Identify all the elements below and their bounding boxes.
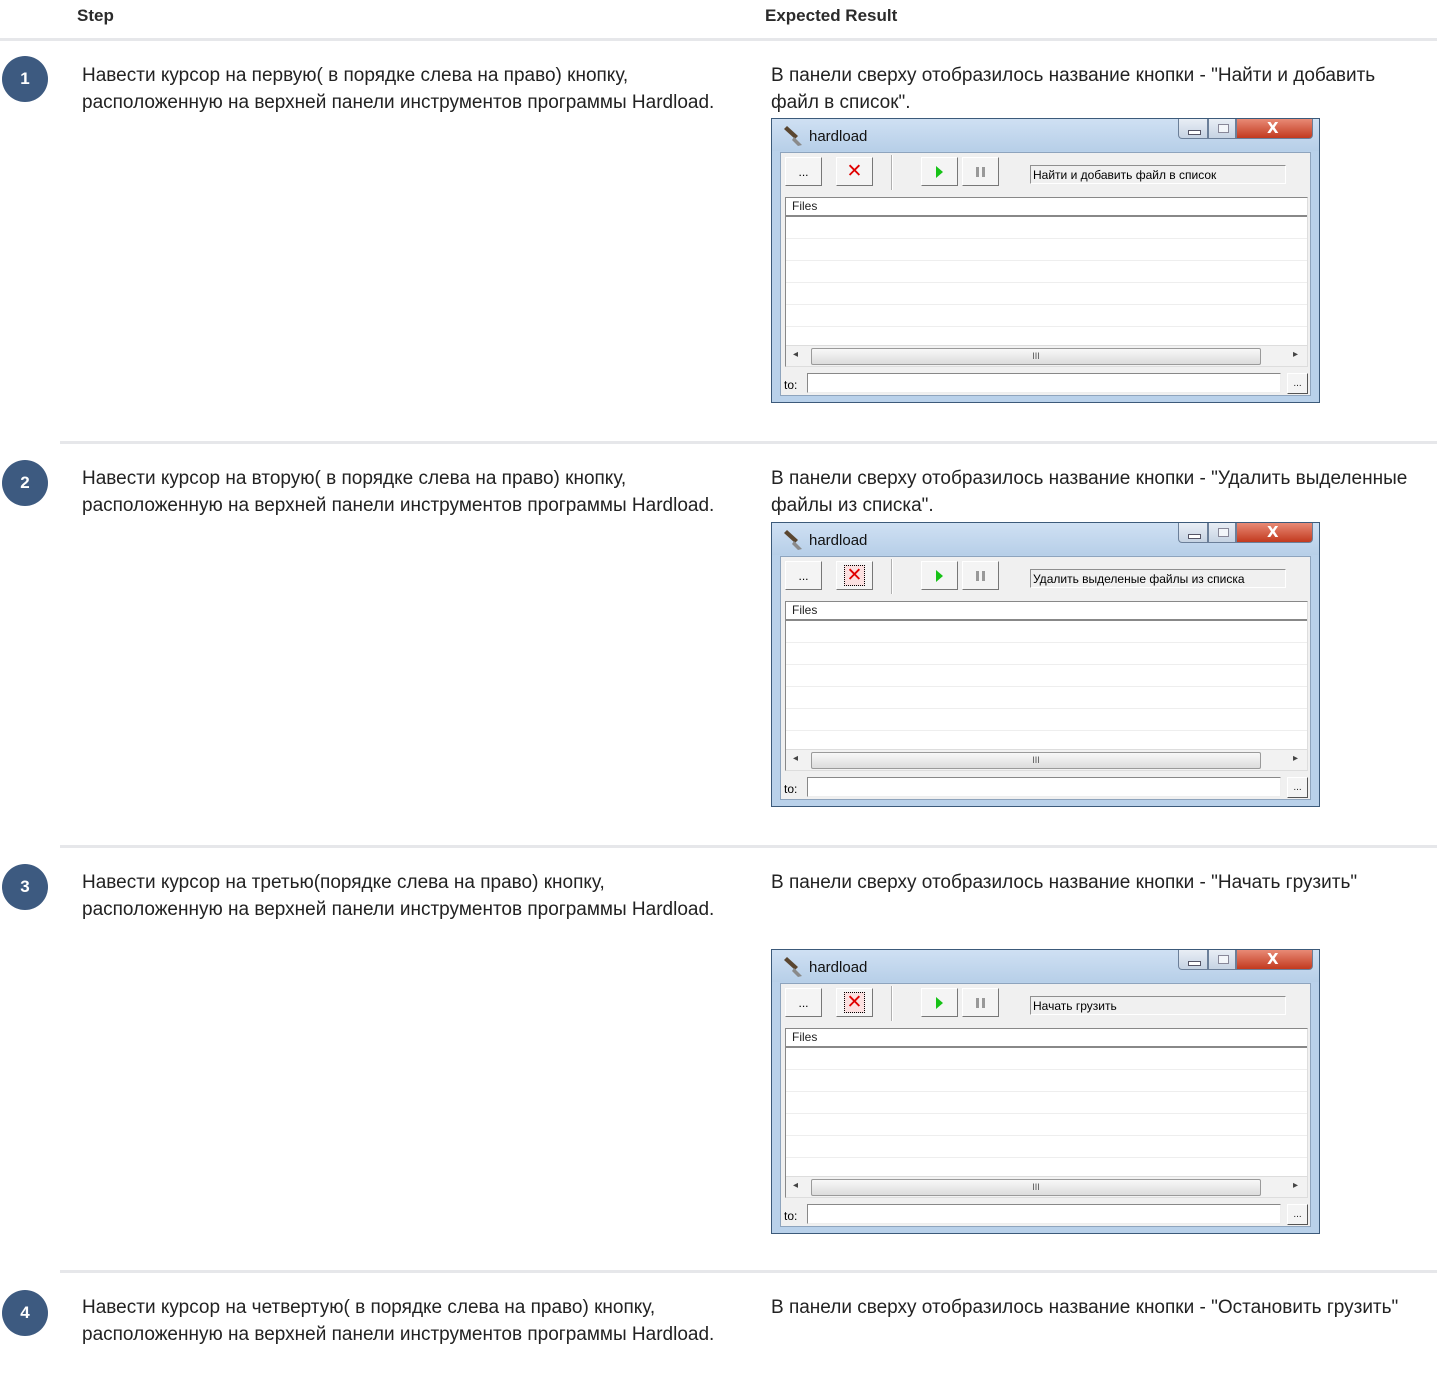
step-number-badge: 2	[2, 460, 48, 506]
step-number-badge: 1	[2, 56, 48, 102]
delete-button[interactable]: ✕	[836, 561, 873, 590]
close-button[interactable]	[1236, 119, 1313, 139]
step-column-header: Step	[77, 6, 114, 25]
to-browse-button[interactable]: ...	[1287, 777, 1308, 798]
browse-add-button[interactable]: ...	[785, 561, 822, 590]
row-divider	[60, 845, 1437, 848]
pause-icon	[976, 570, 985, 581]
row-divider	[60, 441, 1437, 444]
horizontal-scrollbar[interactable]: ◂ III ▸	[786, 1176, 1307, 1197]
to-browse-button[interactable]: ...	[1287, 1204, 1308, 1225]
start-button[interactable]	[921, 157, 958, 186]
step-text: Навести курсор на вторую( в порядке слев…	[82, 468, 715, 516]
tooltip-panel: Найти и добавить файл в список	[1030, 165, 1286, 184]
files-column-header[interactable]: Files	[786, 198, 1307, 217]
browse-icon: ...	[798, 995, 809, 1010]
scroll-thumb[interactable]: III	[811, 752, 1261, 769]
step-number-badge: 4	[2, 1290, 48, 1336]
expected-column-header: Expected Result	[765, 6, 898, 25]
browse-icon: ...	[798, 568, 809, 583]
scroll-left-arrow-icon[interactable]: ◂	[793, 349, 798, 360]
expected-text: В панели сверху отобразилось название кн…	[771, 468, 1408, 516]
browse-icon: ...	[798, 164, 809, 179]
horizontal-scrollbar[interactable]: ◂ III ▸	[786, 345, 1307, 366]
minimize-button[interactable]	[1178, 119, 1208, 139]
window-client: ... ✕ Удалить выделеные файлы из списка …	[780, 556, 1311, 800]
delete-button[interactable]: ✕	[836, 157, 873, 186]
start-button[interactable]	[921, 988, 958, 1017]
step-number-badge: 3	[2, 864, 48, 910]
app-shovel-icon	[784, 530, 802, 550]
window-client: ... ✕ Начать грузить Files ◂ III ▸ to: .…	[780, 983, 1311, 1227]
tooltip-panel: Удалить выделеные файлы из списка	[1030, 569, 1286, 588]
expected-text: В панели сверху отобразилось название кн…	[771, 65, 1376, 113]
pause-button[interactable]	[962, 988, 999, 1017]
scroll-thumb[interactable]: III	[811, 348, 1261, 365]
play-icon	[936, 165, 943, 178]
minimize-button[interactable]	[1178, 950, 1208, 970]
to-label: to:	[784, 378, 798, 392]
minimize-button[interactable]	[1178, 523, 1208, 543]
start-button[interactable]	[921, 561, 958, 590]
scroll-right-arrow-icon[interactable]: ▸	[1293, 349, 1298, 360]
horizontal-scrollbar[interactable]: ◂ III ▸	[786, 749, 1307, 770]
window-client: ... ✕ Найти и добавить файл в список Fil…	[780, 152, 1311, 396]
expected-text: В панели сверху отобразилось название кн…	[771, 1297, 1399, 1318]
maximize-button[interactable]	[1208, 523, 1236, 543]
files-list[interactable]: Files ◂ III ▸	[785, 1028, 1308, 1198]
toolbar-separator	[891, 986, 893, 1021]
pause-button[interactable]	[962, 157, 999, 186]
maximize-button[interactable]	[1208, 950, 1236, 970]
to-path-input[interactable]	[807, 373, 1281, 393]
app-shovel-icon	[784, 126, 802, 146]
hardload-window: hardload ... ✕ Удалить выделеные файлы и…	[771, 522, 1320, 807]
window-titlebar: hardload	[772, 523, 1319, 555]
hardload-window: hardload ... ✕ Начать грузить Files ◂ II…	[771, 949, 1320, 1234]
tooltip-panel: Начать грузить	[1030, 996, 1286, 1015]
scroll-left-arrow-icon[interactable]: ◂	[793, 1180, 798, 1191]
files-list[interactable]: Files ◂ III ▸	[785, 601, 1308, 771]
browse-add-button[interactable]: ...	[785, 988, 822, 1017]
delete-x-icon: ✕	[843, 565, 866, 586]
close-button[interactable]	[1236, 950, 1313, 970]
files-column-header[interactable]: Files	[786, 1029, 1307, 1048]
play-icon	[936, 996, 943, 1009]
close-button[interactable]	[1236, 523, 1313, 543]
window-title: hardload	[809, 532, 868, 549]
window-titlebar: hardload	[772, 950, 1319, 982]
browse-add-button[interactable]: ...	[785, 157, 822, 186]
scroll-left-arrow-icon[interactable]: ◂	[793, 753, 798, 764]
window-title: hardload	[809, 959, 868, 976]
to-browse-button[interactable]: ...	[1287, 373, 1308, 394]
maximize-button[interactable]	[1208, 119, 1236, 139]
hardload-window: hardload ... ✕ Найти и добавить файл в с…	[771, 118, 1320, 403]
scroll-thumb[interactable]: III	[811, 1179, 1261, 1196]
files-column-header[interactable]: Files	[786, 602, 1307, 621]
to-label: to:	[784, 782, 798, 796]
delete-x-icon: ✕	[846, 160, 863, 182]
window-titlebar: hardload	[772, 119, 1319, 151]
toolbar-separator	[891, 559, 893, 594]
step-text: Навести курсор на третью(порядке слева н…	[82, 872, 715, 920]
toolbar-separator	[891, 155, 893, 190]
files-list[interactable]: Files ◂ III ▸	[785, 197, 1308, 367]
play-icon	[936, 569, 943, 582]
scroll-right-arrow-icon[interactable]: ▸	[1293, 753, 1298, 764]
scroll-right-arrow-icon[interactable]: ▸	[1293, 1180, 1298, 1191]
pause-button[interactable]	[962, 561, 999, 590]
to-path-input[interactable]	[807, 777, 1281, 797]
pause-icon	[976, 166, 985, 177]
expected-text: В панели сверху отобразилось название кн…	[771, 872, 1358, 893]
to-label: to:	[784, 1209, 798, 1223]
delete-x-icon: ✕	[843, 992, 866, 1013]
pause-icon	[976, 997, 985, 1008]
table-header: Step Expected Result	[0, 0, 1437, 41]
step-text: Навести курсор на четвертую( в порядке с…	[82, 1297, 715, 1345]
row-divider	[60, 1270, 1437, 1273]
app-shovel-icon	[784, 957, 802, 977]
step-text: Навести курсор на первую( в порядке слев…	[82, 65, 715, 113]
window-title: hardload	[809, 128, 868, 145]
to-path-input[interactable]	[807, 1204, 1281, 1224]
delete-button[interactable]: ✕	[836, 988, 873, 1017]
